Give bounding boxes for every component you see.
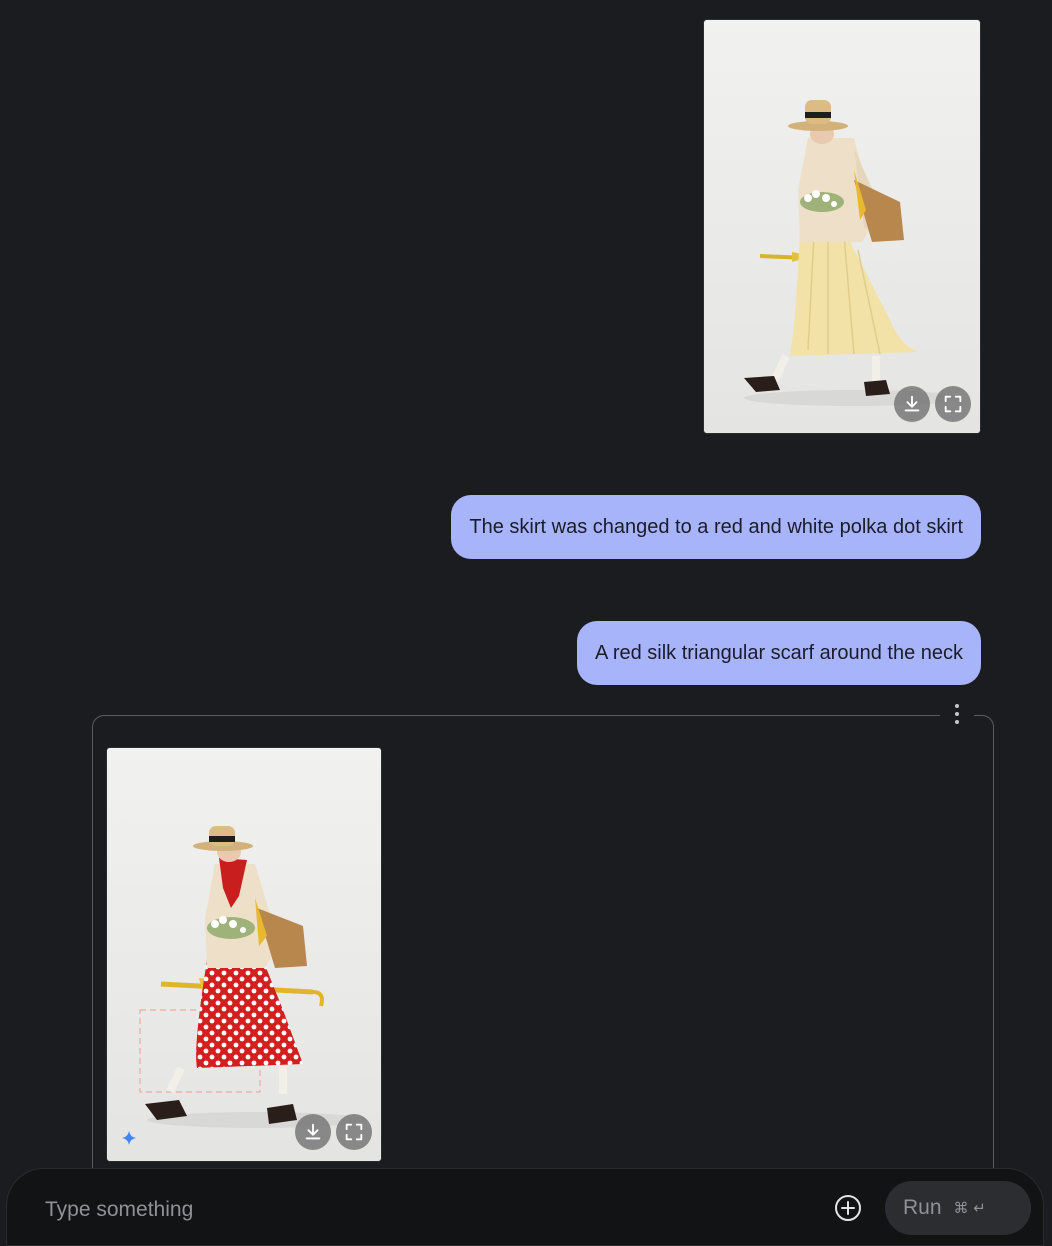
sparkle-icon (122, 1131, 136, 1145)
photo-woman-polka-dot-skirt (107, 748, 381, 1161)
fullscreen-icon (345, 1123, 363, 1141)
fullscreen-icon (944, 395, 962, 413)
photo-woman-yellow-skirt (704, 20, 980, 433)
user-message: A red silk triangular scarf around the n… (577, 621, 981, 685)
user-message: The skirt was changed to a red and white… (451, 495, 981, 559)
run-shortcut: ⌘ ↵ (953, 1199, 986, 1217)
prompt-input-bar: Run ⌘ ↵ (6, 1168, 1044, 1246)
run-button[interactable]: Run ⌘ ↵ (885, 1181, 1031, 1235)
add-media-icon[interactable] (833, 1193, 863, 1223)
more-vert-icon (955, 704, 959, 724)
generated-image[interactable] (107, 748, 381, 1161)
download-button[interactable] (894, 386, 930, 422)
fullscreen-button[interactable] (336, 1114, 372, 1150)
message-text: A red silk triangular scarf around the n… (595, 641, 963, 664)
download-icon (305, 1123, 321, 1140)
more-options-button[interactable] (940, 700, 974, 728)
message-text: The skirt was changed to a red and white… (469, 515, 963, 538)
download-button[interactable] (295, 1114, 331, 1150)
run-label: Run (903, 1196, 942, 1219)
prompt-input[interactable] (43, 1191, 807, 1229)
download-icon (904, 395, 920, 412)
uploaded-image[interactable] (704, 20, 980, 433)
fullscreen-button[interactable] (935, 386, 971, 422)
